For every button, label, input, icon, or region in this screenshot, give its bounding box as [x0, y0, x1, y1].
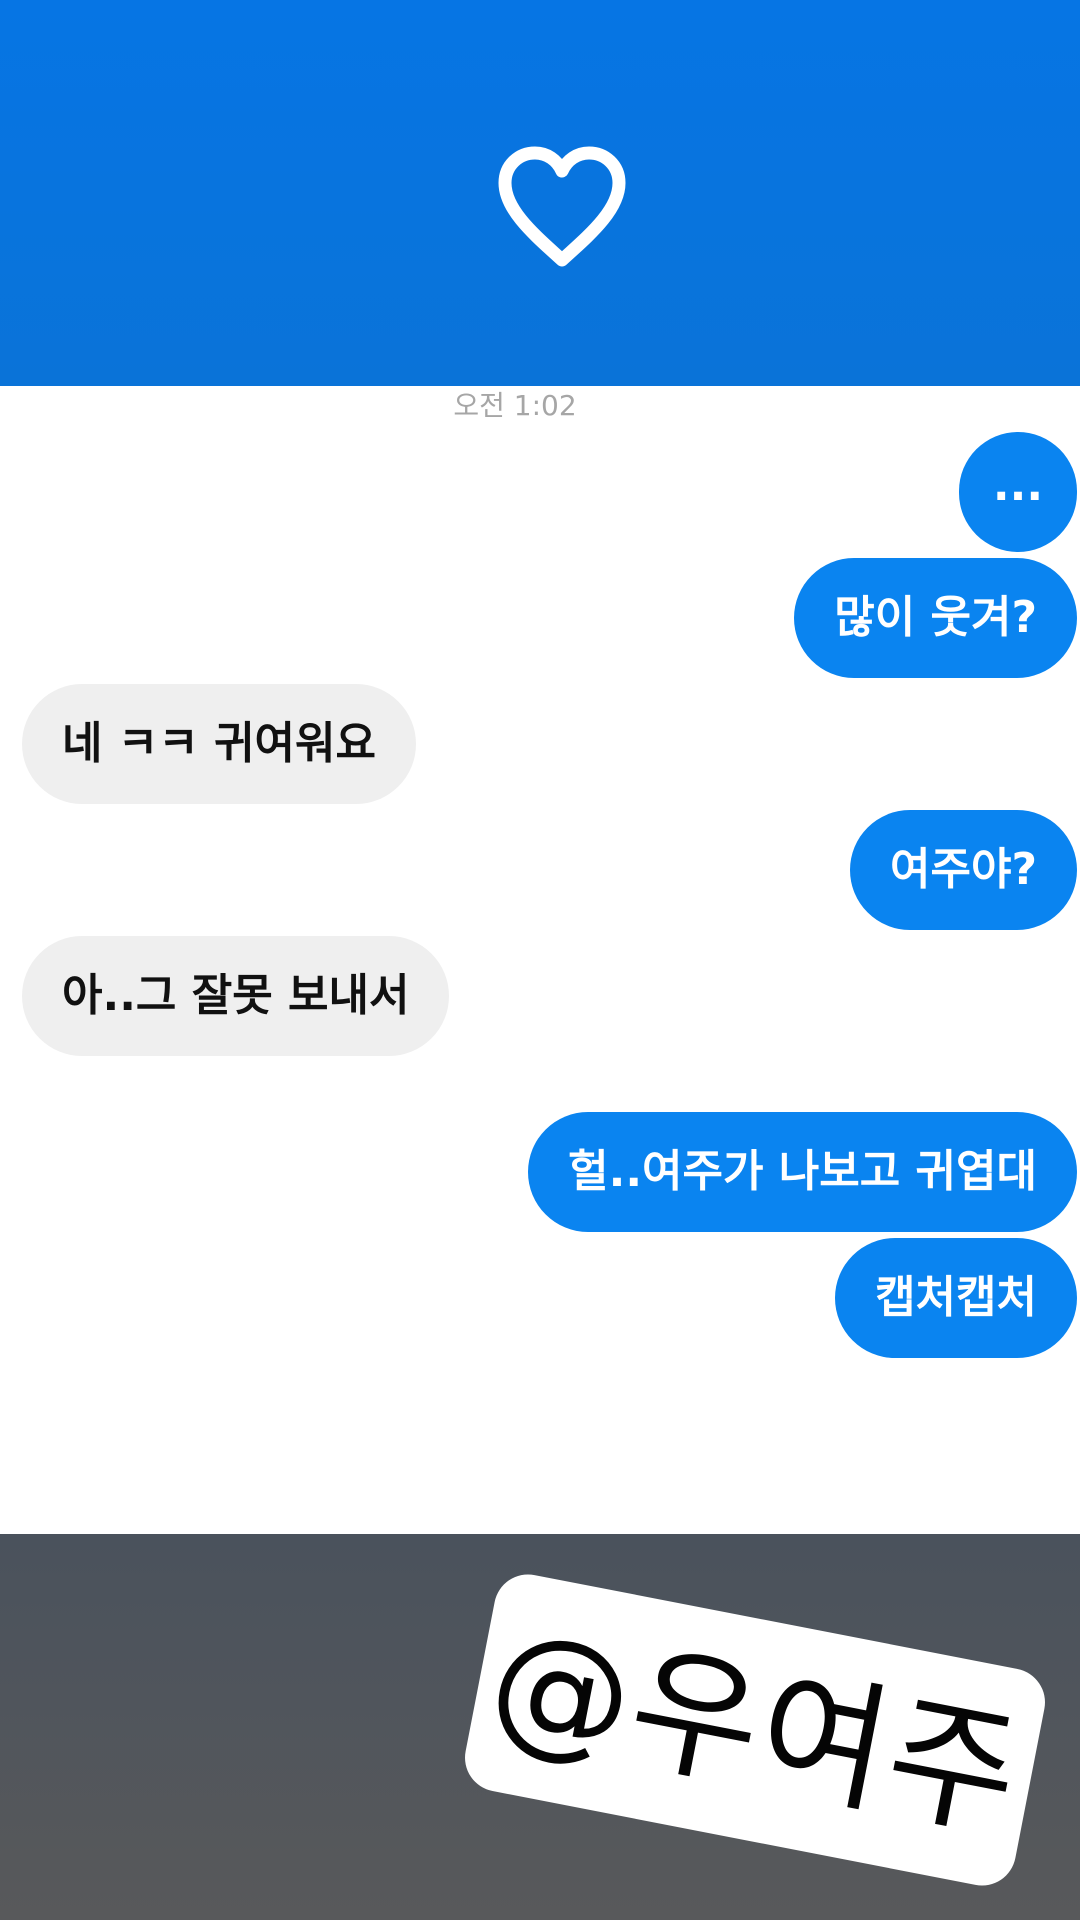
outgoing-message-bubble[interactable]: 헐..여주가 나보고 귀엽대 — [528, 1112, 1077, 1232]
chat-thread: 오전 1:02 ... 많이 웃겨? 네 ㅋㅋ 귀여워요 여주야? 아..그 잘… — [0, 386, 1080, 1534]
heart-outline-icon — [498, 146, 626, 267]
header-banner — [0, 0, 1080, 386]
incoming-message-bubble[interactable]: 아..그 잘못 보내서 — [22, 936, 450, 1056]
outgoing-message-bubble[interactable]: ... — [959, 432, 1077, 552]
incoming-message-bubble[interactable]: 네 ㅋㅋ 귀여워요 — [22, 684, 416, 804]
story-page: 오전 1:02 ... 많이 웃겨? 네 ㅋㅋ 귀여워요 여주야? 아..그 잘… — [0, 0, 1080, 1920]
outgoing-message-bubble[interactable]: 여주야? — [850, 810, 1077, 930]
outgoing-message-bubble[interactable]: 많이 웃겨? — [794, 558, 1077, 678]
outgoing-message-bubble[interactable]: 캡처캡처 — [835, 1238, 1077, 1358]
message-timestamp: 오전 1:02 — [453, 389, 577, 422]
